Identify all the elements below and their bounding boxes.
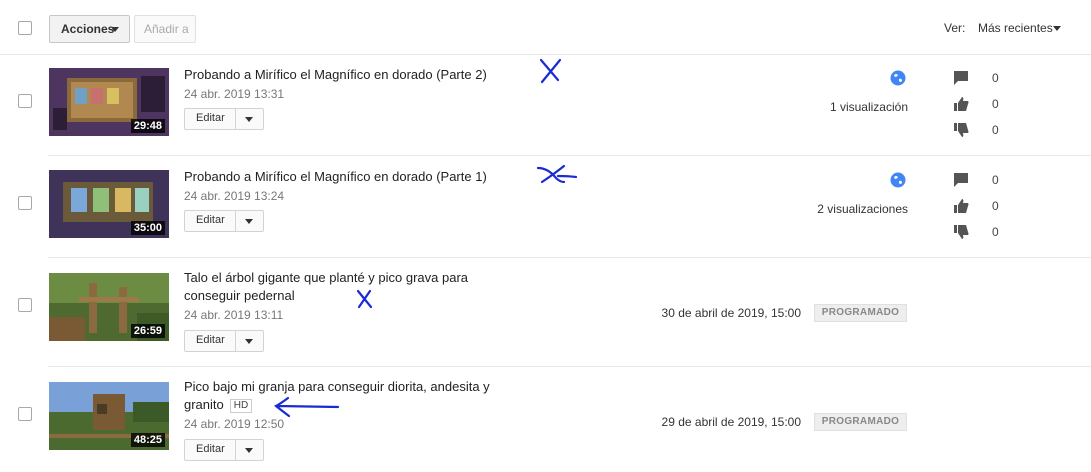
row-checkbox[interactable]	[18, 298, 32, 312]
thumbs-up-icon	[954, 97, 969, 111]
edit-button-group[interactable]: Editar	[184, 330, 264, 352]
thumbs-up-icon	[954, 199, 969, 213]
actions-button[interactable]: Acciones	[49, 15, 130, 43]
globe-icon	[890, 172, 906, 188]
video-thumbnail[interactable]: 48:25	[49, 382, 169, 450]
divider	[235, 331, 236, 351]
row-checkbox[interactable]	[18, 407, 32, 421]
duration-badge: 35:00	[130, 221, 165, 235]
scheduled-date: 30 de abril de 2019, 15:00	[661, 306, 801, 320]
scheduled-date: 29 de abril de 2019, 15:00	[661, 415, 801, 429]
hd-badge: HD	[229, 399, 253, 413]
divider	[235, 440, 236, 460]
video-thumbnail[interactable]: 35:00	[49, 170, 169, 238]
status-badge: PROGRAMADO	[814, 304, 907, 322]
edit-button[interactable]: Editar	[196, 443, 225, 455]
like-count: 0	[992, 97, 999, 111]
duration-badge: 29:48	[130, 119, 165, 133]
chevron-down-icon[interactable]	[245, 448, 253, 453]
edit-button-group[interactable]: Editar	[184, 210, 264, 232]
comment-icon	[954, 173, 968, 187]
status-badge: PROGRAMADO	[814, 413, 907, 431]
duration-badge: 48:25	[130, 433, 165, 447]
sort-select[interactable]: Más recientes	[978, 21, 1061, 35]
video-row: 29:48 Probando a Mirífico el Magnífico e…	[0, 54, 1091, 155]
duration-badge: 26:59	[130, 324, 165, 338]
comment-count: 0	[992, 173, 999, 187]
row-checkbox[interactable]	[18, 94, 32, 108]
video-date: 24 abr. 2019 13:24	[184, 189, 285, 203]
globe-icon	[890, 70, 906, 86]
chevron-down-icon[interactable]	[245, 339, 253, 344]
video-row: 26:59 Talo el árbol gigante que planté y…	[0, 258, 1091, 366]
video-row: 48:25 Pico bajo mi granja para conseguir…	[0, 367, 1091, 472]
edit-button[interactable]: Editar	[196, 334, 225, 346]
actions-label: Acciones	[61, 22, 115, 36]
add-to-button[interactable]: Añadir a	[134, 15, 196, 43]
dislike-count: 0	[992, 225, 999, 239]
dislike-count: 0	[992, 123, 999, 137]
video-date: 24 abr. 2019 13:31	[184, 87, 285, 101]
divider	[235, 109, 236, 129]
comment-count: 0	[992, 71, 999, 85]
row-checkbox[interactable]	[18, 196, 32, 210]
video-date: 24 abr. 2019 12:50	[184, 417, 285, 431]
edit-button-group[interactable]: Editar	[184, 108, 264, 130]
video-thumbnail[interactable]: 26:59	[49, 273, 169, 341]
view-label: Ver:	[944, 21, 966, 35]
thumbs-down-icon	[954, 225, 969, 239]
video-title[interactable]: Probando a Mirífico el Magnífico en dora…	[184, 66, 514, 84]
chevron-down-icon[interactable]	[245, 219, 253, 224]
handwritten-x-mark	[356, 289, 373, 309]
toolbar: Acciones Añadir a Ver: Más recientes	[0, 0, 1091, 55]
chevron-down-icon	[1053, 26, 1061, 31]
video-row: 35:00 Probando a Mirífico el Magnífico e…	[0, 156, 1091, 257]
edit-button[interactable]: Editar	[196, 112, 225, 124]
video-date: 24 abr. 2019 13:11	[184, 308, 284, 322]
video-title[interactable]: Pico bajo mi granja para conseguir diori…	[184, 378, 504, 414]
like-count: 0	[992, 199, 999, 213]
sort-select-value: Más recientes	[978, 21, 1053, 35]
video-title[interactable]: Talo el árbol gigante que planté y pico …	[184, 269, 484, 305]
view-count: 1 visualización	[829, 100, 908, 114]
video-thumbnail[interactable]: 29:48	[49, 68, 169, 136]
chevron-down-icon[interactable]	[245, 117, 253, 122]
chevron-down-icon	[111, 27, 119, 32]
handwritten-x-mark	[536, 164, 578, 184]
comment-icon	[954, 71, 968, 85]
handwritten-arrow	[273, 396, 340, 418]
video-title[interactable]: Probando a Mirífico el Magnífico en dora…	[184, 168, 514, 186]
add-to-label: Añadir a	[144, 22, 189, 36]
view-count: 2 visualizaciones	[817, 202, 908, 216]
select-all-checkbox[interactable]	[18, 21, 32, 35]
handwritten-x-mark	[539, 58, 562, 84]
thumbs-down-icon	[954, 123, 969, 137]
edit-button-group[interactable]: Editar	[184, 439, 264, 461]
divider	[235, 211, 236, 231]
edit-button[interactable]: Editar	[196, 214, 225, 226]
